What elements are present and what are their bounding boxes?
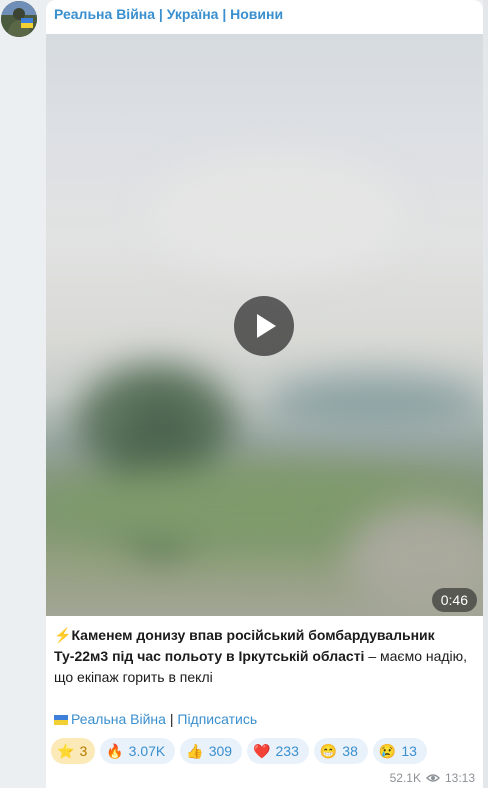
heart-icon: ❤️ <box>253 743 271 759</box>
reaction-fire[interactable]: 🔥 3.07K <box>100 738 176 764</box>
reaction-count: 3.07K <box>128 743 166 759</box>
star-icon: ⭐ <box>57 743 75 759</box>
fire-icon: 🔥 <box>106 743 124 759</box>
ukraine-flag-icon <box>54 715 68 725</box>
footer-separator: | <box>165 711 178 727</box>
reaction-count: 3 <box>79 743 88 759</box>
play-icon <box>257 314 276 338</box>
reaction-count: 309 <box>208 743 233 759</box>
reaction-grin[interactable]: 😁 38 <box>313 738 368 764</box>
post-text: ⚡Каменем донизу впав російський бомбарду… <box>54 625 474 730</box>
channel-link[interactable]: Реальна Війна <box>71 711 166 727</box>
channel-name[interactable]: Реальна Війна | Україна | Новини <box>54 6 283 22</box>
play-button[interactable] <box>234 296 294 356</box>
headline-line-1: Каменем донизу впав російський бомбардув… <box>71 627 435 643</box>
video-duration: 0:46 <box>431 588 477 612</box>
message-bubble: Реальна Війна | Україна | Новини 0:46 ⚡К… <box>46 0 483 788</box>
body-line-3: що екіпаж горить в пеклі <box>54 669 213 685</box>
reaction-count: 233 <box>275 743 299 759</box>
message-meta: 52.1K 13:13 <box>390 771 475 785</box>
thumbs-up-icon: 👍 <box>186 743 204 759</box>
reaction-count: 38 <box>342 743 358 759</box>
body-tail: – маємо надію, <box>364 648 468 664</box>
reaction-cry[interactable]: 😢 13 <box>372 738 427 764</box>
lightning-icon: ⚡ <box>54 627 72 643</box>
scroll-edge <box>483 0 488 788</box>
headline-line-2: Ту-22м3 під час польоту в Іркутській обл… <box>54 648 365 664</box>
reaction-heart[interactable]: ❤️ 233 <box>247 738 309 764</box>
view-count: 52.1K <box>389 771 421 785</box>
reaction-thumbs-up[interactable]: 👍 309 <box>180 738 243 764</box>
message-time: 13:13 <box>444 771 475 785</box>
reaction-star[interactable]: ⭐ 3 <box>51 738 96 764</box>
crying-face-icon: 😢 <box>378 743 397 759</box>
channel-avatar[interactable] <box>1 1 37 37</box>
eye-icon <box>425 774 440 782</box>
subscribe-link[interactable]: Підписатись <box>177 711 257 727</box>
reactions-bar: ⭐ 3 🔥 3.07K 👍 309 ❤️ 233 😁 38 😢 13 <box>51 738 427 764</box>
reaction-count: 13 <box>401 743 417 759</box>
video-preview[interactable]: 0:46 <box>46 34 483 616</box>
soldier-avatar-icon <box>1 1 37 37</box>
grin-icon: 😁 <box>319 743 338 759</box>
